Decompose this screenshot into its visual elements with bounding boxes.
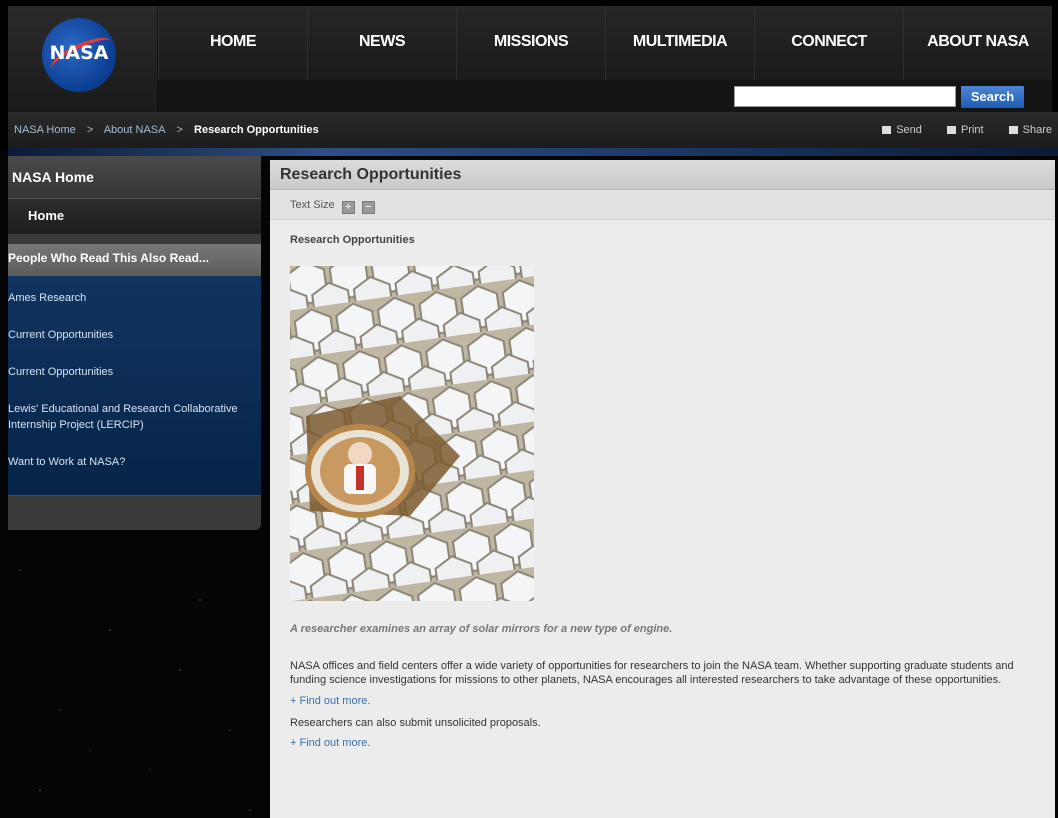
share-icon <box>1008 126 1018 134</box>
photo-caption: A researcher examines an array of solar … <box>290 623 673 635</box>
nav-connect[interactable]: CONNECT <box>754 6 903 80</box>
nav-missions[interactable]: MISSIONS <box>456 6 605 80</box>
related-link-current-opportunities-2[interactable]: Current Opportunities <box>8 364 261 380</box>
text-size-increase-button[interactable]: + <box>341 201 355 214</box>
sidebar: NASA Home Home People Who Read This Also… <box>8 156 261 530</box>
nav-news[interactable]: NEWS <box>307 6 456 80</box>
find-out-more-link-2[interactable]: + Find out more. <box>290 737 1035 749</box>
site-header: NASA HOME NEWS MISSIONS MULTIMEDIA CONNE… <box>8 6 1052 112</box>
nav-about-nasa[interactable]: ABOUT NASA <box>903 6 1052 80</box>
text-size-decrease-button[interactable]: − <box>361 201 375 214</box>
search-button[interactable]: Search <box>961 86 1024 108</box>
intro-paragraph: NASA offices and field centers offer a w… <box>290 660 1014 686</box>
breadcrumb-separator: > <box>86 124 94 136</box>
text-size-label: Text Size <box>290 199 335 211</box>
breadcrumb-separator: > <box>176 124 183 136</box>
article: Research Opportunities A researcher exam… <box>270 220 1055 749</box>
send-label: Send <box>896 124 922 136</box>
hexagon-mirror-array <box>290 266 534 601</box>
nav-multimedia[interactable]: MULTIMEDIA <box>605 6 754 80</box>
related-link-lercip[interactable]: Lewis' Educational and Research Collabor… <box>8 401 261 433</box>
related-link-current-opportunities[interactable]: Current Opportunities <box>8 327 261 343</box>
find-out-more-link[interactable]: + Find out more. <box>290 695 1035 707</box>
main-nav: HOME NEWS MISSIONS MULTIMEDIA CONNECT AB… <box>158 6 1052 80</box>
proposals-paragraph: Researchers can also submit unsolicited … <box>290 717 541 729</box>
related-link-work-at-nasa[interactable]: Want to Work at NASA? <box>8 454 261 470</box>
breadcrumb-nasa-home[interactable]: NASA Home <box>14 124 76 136</box>
print-button[interactable]: Print <box>946 124 984 136</box>
breadcrumb: NASA Home > About NASA > Research Opport… <box>14 124 327 136</box>
share-button[interactable]: Share <box>1008 124 1052 136</box>
breadcrumb-about-nasa[interactable]: About NASA <box>104 124 166 136</box>
nasa-logo[interactable]: NASA <box>42 18 116 92</box>
article-heading: Research Opportunities <box>290 234 415 246</box>
text-size-bar: Text Size + − <box>270 190 1055 220</box>
sidebar-title[interactable]: NASA Home <box>8 156 261 198</box>
solar-mirror-photo <box>290 266 534 601</box>
main-content: Research Opportunities Text Size + − Res… <box>270 160 1055 818</box>
search-bar: Search <box>158 80 1052 112</box>
print-label: Print <box>960 124 984 136</box>
related-links: Ames Research Current Opportunities Curr… <box>8 276 261 496</box>
search-input[interactable] <box>734 86 956 107</box>
sidebar-item-home[interactable]: Home <box>8 198 261 234</box>
logo-cell[interactable]: NASA <box>8 6 158 112</box>
breadcrumb-bar: NASA Home > About NASA > Research Opport… <box>8 112 1058 148</box>
share-label: Share <box>1022 124 1052 136</box>
related-link-ames-research[interactable]: Ames Research <box>8 290 261 306</box>
page-tools: Send Print Share <box>860 124 1052 136</box>
page-title: Research Opportunities <box>270 160 1055 190</box>
earth-horizon-banner <box>8 148 1058 156</box>
envelope-icon <box>882 126 892 134</box>
send-button[interactable]: Send <box>882 124 922 136</box>
logo-text: NASA <box>49 42 109 64</box>
printer-icon <box>946 126 956 134</box>
also-read-header: People Who Read This Also Read... <box>8 244 261 276</box>
breadcrumb-current: Research Opportunities <box>194 124 319 136</box>
nav-home[interactable]: HOME <box>158 6 307 80</box>
